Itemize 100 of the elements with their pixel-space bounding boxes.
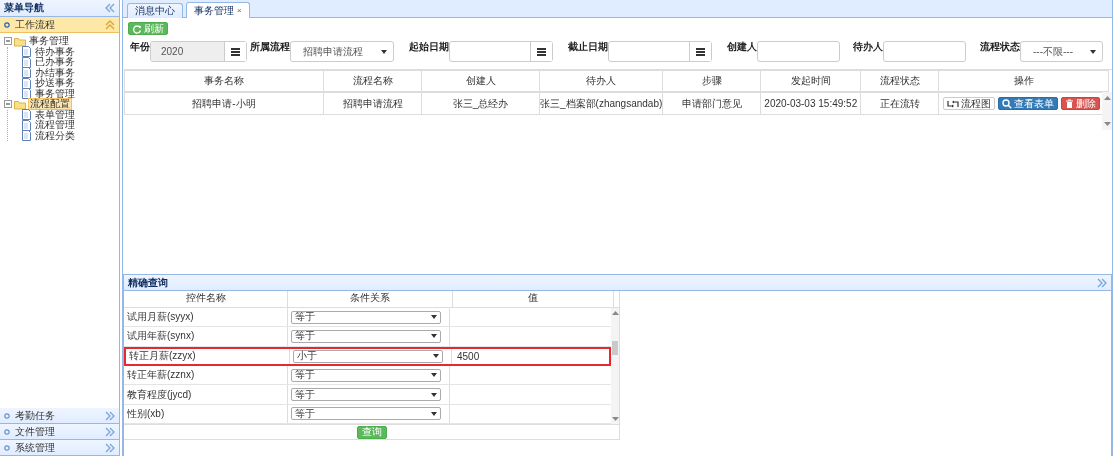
document-icon (21, 119, 32, 131)
expand-icon (105, 426, 115, 437)
table-cell: 2020-03-03 15:49:52 (760, 92, 861, 115)
accordion-header[interactable]: 系统管理 (0, 440, 119, 456)
column-header: 控件名称 (124, 291, 288, 307)
table-cell: 申请部门意见 (662, 92, 761, 115)
trash-icon (1065, 98, 1075, 109)
field-name: 转正年薪(zznx) (126, 368, 196, 383)
caret-icon (433, 354, 439, 359)
table-cell: 张三_总经办 (421, 92, 540, 115)
date-field[interactable] (608, 41, 712, 62)
bullet-icon (4, 21, 10, 28)
delete-button[interactable]: 删除 (1061, 97, 1101, 110)
filter-label: 所属流程 (250, 40, 290, 54)
tree-item[interactable]: 已办事务 (34, 57, 76, 68)
expand-icon (1097, 277, 1107, 288)
tree-item[interactable]: 事务管理 (28, 36, 70, 47)
folder-icon (14, 35, 26, 47)
column-header: 值 (453, 291, 614, 307)
scroll-up-icon (1103, 95, 1111, 101)
bullet-icon (4, 412, 10, 419)
table-cell: 招聘申请-小明 (124, 92, 324, 115)
tree-item[interactable]: 待办事务 (34, 46, 76, 57)
caret-icon (381, 49, 387, 54)
panel-title: 精确查询 (128, 275, 168, 290)
tree-item[interactable]: 流程配置 (28, 98, 72, 111)
calendar-icon (230, 46, 241, 57)
column-header: 操作 (938, 70, 1109, 92)
sidebar-title: 菜单导航 (4, 1, 44, 15)
tree-item[interactable]: 办结事务 (34, 67, 76, 78)
folder-icon (14, 98, 26, 110)
tree-item[interactable]: 流程管理 (34, 120, 76, 131)
caret-icon (431, 315, 437, 320)
document-icon (21, 67, 32, 79)
column-header: 发起时间 (760, 70, 861, 92)
filter-label: 待办人 (853, 40, 883, 54)
select-field[interactable]: 等于 (291, 310, 441, 324)
scroll-thumb[interactable] (612, 341, 618, 355)
caret-icon (431, 373, 437, 378)
scroll-up-icon (611, 310, 619, 316)
search-icon (1002, 98, 1013, 109)
select-field[interactable]: ---不限--- (1020, 41, 1103, 62)
tree-item[interactable]: 抄送事务 (34, 78, 76, 89)
refresh-icon (132, 23, 142, 34)
field-name: 转正月薪(zzyx) (128, 349, 197, 364)
column-header: 流程名称 (323, 70, 422, 92)
document-icon (21, 88, 32, 100)
accordion-header[interactable]: 考勤任务 (0, 408, 119, 424)
select-field[interactable]: 等于 (291, 407, 441, 421)
calendar-icon (536, 46, 547, 57)
select-field[interactable]: 等于 (291, 330, 441, 343)
column-header: 条件关系 (288, 291, 453, 307)
expand-icon (105, 442, 115, 453)
filter-label: 起始日期 (409, 40, 449, 54)
bullet-icon (4, 444, 10, 451)
select-field[interactable]: 等于 (291, 368, 441, 382)
document-icon (21, 56, 32, 68)
column-header: 流程状态 (860, 70, 939, 92)
table-cell: 正在流转 (860, 92, 939, 115)
caret-icon (431, 392, 437, 397)
flowchart-button[interactable]: 流程图 (943, 97, 996, 110)
table-cell: 张三_档案部(zhangsandab) (539, 92, 663, 115)
collapse-icon[interactable] (4, 37, 12, 46)
scroll-down-icon (611, 416, 619, 422)
input-field[interactable] (883, 41, 966, 62)
select-field[interactable]: 招聘申请流程 (290, 41, 394, 62)
scrollbar[interactable] (1102, 92, 1112, 130)
field-name: 试用月薪(syyx) (126, 310, 195, 325)
collapse-icon (105, 19, 115, 30)
tree-item[interactable]: 事务管理 (34, 88, 76, 99)
column-header: 步骤 (662, 70, 761, 92)
column-header: 待办人 (539, 70, 663, 92)
collapse-icon[interactable] (4, 100, 12, 109)
select-field[interactable]: 小于 (293, 349, 443, 363)
document-icon (21, 46, 32, 58)
accordion-header[interactable]: 文件管理 (0, 424, 119, 440)
bullet-icon (4, 428, 10, 435)
document-icon (21, 130, 32, 142)
scrollbar[interactable] (611, 308, 619, 424)
input-field[interactable] (757, 41, 840, 62)
filter-label: 流程状态 (980, 40, 1020, 54)
calendar-icon (695, 46, 706, 57)
tree-item[interactable]: 流程分类 (34, 130, 76, 141)
caret-icon (431, 334, 437, 339)
table-cell: 招聘申请流程 (323, 92, 422, 115)
view-form-button[interactable]: 查看表单 (998, 97, 1059, 110)
select-field[interactable]: 等于 (291, 388, 441, 401)
caret-icon (1090, 49, 1096, 54)
tab[interactable]: 消息中心 (127, 3, 183, 18)
loop-icon (947, 98, 960, 109)
date-field[interactable] (449, 41, 553, 62)
column-header: 创建人 (421, 70, 540, 92)
accordion-header[interactable]: 工作流程 (0, 17, 119, 33)
expand-icon (105, 410, 115, 421)
tab[interactable]: 事务管理 × (186, 2, 250, 18)
filter-label: 创建人 (727, 40, 757, 54)
filter-label: 年份 (130, 40, 150, 54)
close-icon[interactable]: × (237, 6, 242, 15)
column-header: 事务名称 (124, 70, 324, 92)
tree-item[interactable]: 表单管理 (34, 109, 76, 120)
